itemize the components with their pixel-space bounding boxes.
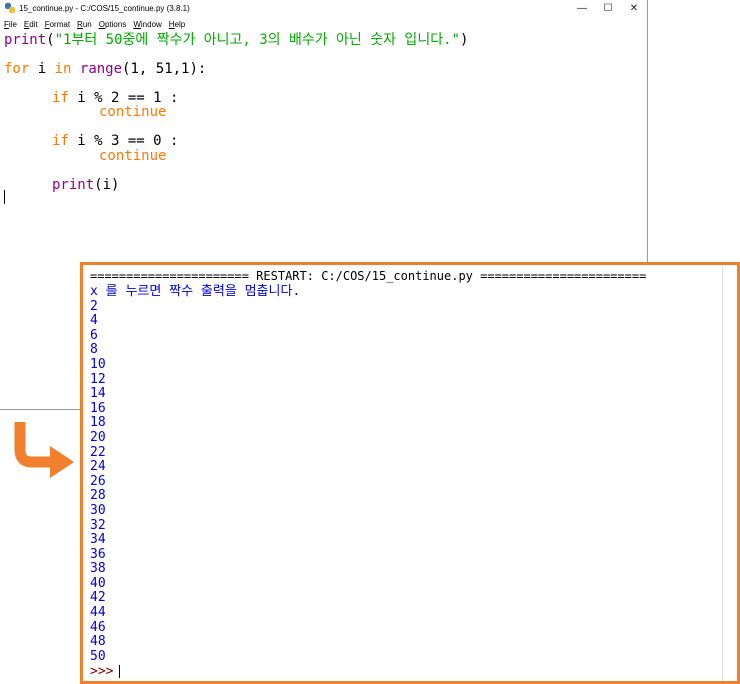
code-line-2: for i in range(1, 51,1): [4,61,207,77]
maximize-button[interactable]: ☐ [595,3,621,14]
code-line-6: continue [99,148,167,164]
output-line: 26 [90,473,106,489]
output-line: 10 [90,356,106,372]
shell-prompt-line[interactable]: >>> [90,664,719,678]
output-line: 24 [90,459,106,475]
shell-prompt: >>> [90,664,114,678]
arrow-icon [14,422,74,478]
output-line: 4 [90,313,98,329]
output-line: 44 [90,605,106,621]
output-line: 40 [90,575,106,591]
output-list: 2 4 6 8 10 12 14 16 18 20 22 24 26 28 30 32 34 36 38 40 42 44… [90,298,719,665]
menu-format[interactable]: Format [45,20,70,29]
shell-output-panel[interactable]: ====================== RESTART: C:/COS/1… [80,262,740,684]
shell-text-area[interactable]: ====================== RESTART: C:/COS/1… [90,268,719,678]
output-line: 32 [90,517,106,533]
restart-line: ====================== RESTART: C:/COS/1… [90,269,647,283]
menu-help[interactable]: Help [169,20,185,29]
output-line: 22 [90,444,106,460]
minimize-button[interactable]: — [569,3,595,14]
close-button[interactable]: ✕ [621,3,647,14]
code-line-7: print(i) [52,177,120,193]
output-line: 28 [90,488,106,504]
output-line: 8 [90,342,98,358]
output-line: 12 [90,371,106,387]
menu-window[interactable]: Window [133,20,161,29]
vertical-scrollbar[interactable] [722,265,737,681]
shell-cursor [119,665,121,678]
output-line: 38 [90,561,106,577]
output-line: 34 [90,532,106,548]
output-line: 16 [90,400,106,416]
output-line: 30 [90,502,106,518]
output-line: 46 [90,619,106,635]
menu-options[interactable]: Options [99,20,127,29]
title-bar: 15_continue.py - C:/COS/15_continue.py (… [0,0,647,17]
window-title: 15_continue.py - C:/COS/15_continue.py (… [19,4,190,13]
menu-file[interactable]: File [4,20,17,29]
menu-run[interactable]: Run [77,20,92,29]
menu-bar: File Edit Format Run Options Window Help [0,17,647,31]
text-cursor [4,190,5,204]
output-line: 36 [90,546,106,562]
code-line-4: continue [99,104,167,120]
output-line: 14 [90,386,106,402]
output-line: 42 [90,590,106,606]
output-line: 20 [90,429,106,445]
code-line-1: print("1부터 50중에 짝수가 아니고, 3의 배수가 아닌 숫자 입니… [4,32,469,48]
output-line: 2 [90,298,98,314]
output-line: 50 [90,648,106,664]
output-line: 6 [90,327,98,343]
python-app-icon [5,3,15,14]
shell-message: x 를 누르면 짝수 출력을 멈춥니다. [90,284,301,299]
output-line: 18 [90,415,106,431]
output-line: 48 [90,634,106,650]
menu-edit[interactable]: Edit [24,20,38,29]
